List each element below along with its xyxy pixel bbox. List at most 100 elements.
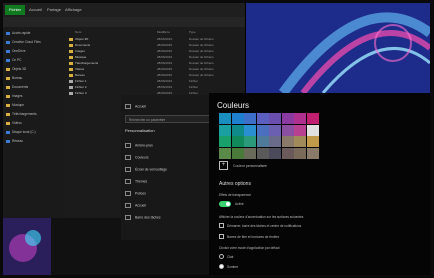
nav-item[interactable]: Documents — [6, 85, 28, 90]
file-row[interactable]: Musique 28/06/2019 Dossier de fichiers — [69, 55, 244, 60]
folder-icon — [6, 76, 10, 80]
radio-label: Sombre — [227, 265, 239, 269]
color-swatch[interactable] — [256, 136, 269, 147]
folder-icon — [69, 38, 73, 41]
file-row[interactable]: Fichier 1 28/06/2019 Fichier — [69, 79, 244, 84]
nav-item[interactable]: Réseau — [6, 139, 23, 144]
color-swatch[interactable] — [244, 147, 256, 159]
settings-home-link[interactable]: Accueil — [125, 104, 146, 109]
color-swatch[interactable] — [281, 113, 294, 124]
color-swatch[interactable] — [294, 147, 306, 159]
color-swatch[interactable] — [256, 124, 269, 136]
quick-access-icon — [6, 31, 10, 35]
cloud-icon — [6, 40, 10, 44]
color-swatch[interactable] — [231, 113, 244, 124]
settings-item-themes[interactable]: Thèmes — [125, 179, 147, 184]
nav-item[interactable]: Téléchargements — [6, 112, 37, 117]
nav-item[interactable]: Musique — [6, 103, 24, 108]
light-mode-radio[interactable] — [219, 254, 224, 259]
folder-icon — [69, 62, 73, 65]
color-swatch[interactable] — [231, 124, 244, 136]
nav-item[interactable]: Vidéos — [6, 121, 22, 126]
color-swatch[interactable] — [306, 113, 319, 124]
color-swatch[interactable] — [244, 136, 256, 147]
screen: Fichier Accueil Partage Affichage Accès … — [3, 3, 430, 275]
color-swatch[interactable] — [294, 136, 306, 147]
toggle-state-label: Activé — [235, 202, 244, 206]
color-swatch[interactable] — [269, 136, 281, 147]
color-swatch[interactable] — [281, 136, 294, 147]
file-row[interactable]: Images 28/06/2019 Dossier de fichiers — [69, 49, 244, 54]
color-swatch[interactable] — [269, 113, 281, 124]
drive-icon — [6, 130, 10, 134]
settings-item-start[interactable]: Accueil — [125, 203, 146, 208]
color-swatch[interactable] — [219, 113, 231, 124]
color-swatch[interactable] — [219, 147, 231, 159]
color-swatch[interactable] — [306, 147, 319, 159]
tab-file[interactable]: Fichier — [5, 5, 26, 15]
toggle-knob — [226, 202, 230, 206]
color-swatch[interactable] — [281, 147, 294, 159]
file-row[interactable]: Fichier 2 28/06/2019 Fichier — [69, 85, 244, 90]
nav-item[interactable]: Ce PC — [6, 58, 21, 63]
color-swatch[interactable] — [231, 147, 244, 159]
address-bar[interactable] — [3, 17, 245, 27]
color-swatch[interactable] — [306, 136, 319, 147]
nav-item[interactable]: Accès rapide — [6, 31, 30, 36]
settings-nav-panel: Accueil Rechercher un paramètre Personna… — [121, 95, 217, 240]
folder-icon — [6, 67, 10, 71]
folder-icon — [69, 44, 73, 47]
settings-item-taskbar[interactable]: Barre des tâches — [125, 215, 161, 220]
custom-color-label: Couleur personnalisée — [233, 164, 267, 168]
color-swatch[interactable] — [281, 124, 294, 136]
taskbar-icon — [125, 215, 131, 220]
nav-item[interactable]: Images — [6, 94, 22, 99]
nav-item[interactable]: Disque local (C:) — [6, 130, 36, 135]
settings-search-input[interactable]: Rechercher un paramètre — [125, 115, 213, 123]
nav-item[interactable]: Objets 3D — [6, 67, 26, 72]
section-title: Personnalisation — [125, 128, 155, 133]
desktop-wallpaper-corner — [3, 218, 51, 275]
image-icon — [125, 143, 131, 148]
column-header-date[interactable]: Modifié le — [157, 30, 170, 35]
color-swatch[interactable] — [269, 124, 281, 136]
column-header-type[interactable]: Type — [189, 30, 196, 35]
title-bars-checkbox[interactable] — [219, 234, 224, 239]
column-header-name[interactable]: Nom — [75, 30, 81, 35]
transparency-toggle[interactable] — [219, 201, 231, 207]
ribbon-tabs: Fichier Accueil Partage Affichage — [3, 3, 245, 17]
nav-item[interactable]: Creative Cloud Files — [6, 40, 41, 45]
section-title: Autres options — [219, 181, 251, 187]
brush-icon — [125, 179, 131, 184]
color-swatch[interactable] — [256, 113, 269, 124]
nav-item[interactable]: Bureau — [6, 76, 22, 81]
color-swatch[interactable] — [306, 124, 319, 136]
settings-item-lockscreen[interactable]: Écran de verrouillage — [125, 167, 167, 172]
settings-item-background[interactable]: Arrière-plan — [125, 143, 153, 148]
settings-item-fonts[interactable]: Polices — [125, 191, 146, 196]
color-swatch[interactable] — [244, 124, 256, 136]
font-icon — [125, 191, 131, 196]
file-icon — [69, 80, 73, 83]
tab-view[interactable]: Affichage — [61, 5, 86, 15]
custom-color-button[interactable]: + — [219, 161, 228, 170]
color-swatch[interactable] — [294, 124, 306, 136]
color-swatch[interactable] — [219, 124, 231, 136]
file-row[interactable]: Vidéos 28/06/2019 Dossier de fichiers — [69, 67, 244, 72]
desktop-wallpaper — [243, 3, 430, 93]
color-swatch[interactable] — [219, 136, 231, 147]
start-taskbar-checkbox[interactable] — [219, 223, 224, 228]
color-swatch[interactable] — [231, 136, 244, 147]
color-swatch[interactable] — [294, 113, 306, 124]
color-swatch[interactable] — [269, 147, 281, 159]
dark-mode-radio[interactable] — [219, 264, 224, 269]
color-swatch[interactable] — [244, 113, 256, 124]
color-swatch[interactable] — [256, 147, 269, 159]
radio-label: Clair — [227, 255, 234, 259]
settings-item-colors[interactable]: Couleurs — [125, 155, 149, 160]
nav-item[interactable]: OneDrive — [6, 49, 25, 54]
file-row[interactable]: Objets 3D 28/06/2019 Dossier de fichiers — [69, 37, 244, 42]
file-row[interactable]: Documents 28/06/2019 Dossier de fichiers — [69, 43, 244, 48]
file-row[interactable]: Bureau 28/06/2019 Dossier de fichiers — [69, 73, 244, 78]
file-row[interactable]: Téléchargements 28/06/2019 Dossier de fich… — [69, 61, 244, 66]
